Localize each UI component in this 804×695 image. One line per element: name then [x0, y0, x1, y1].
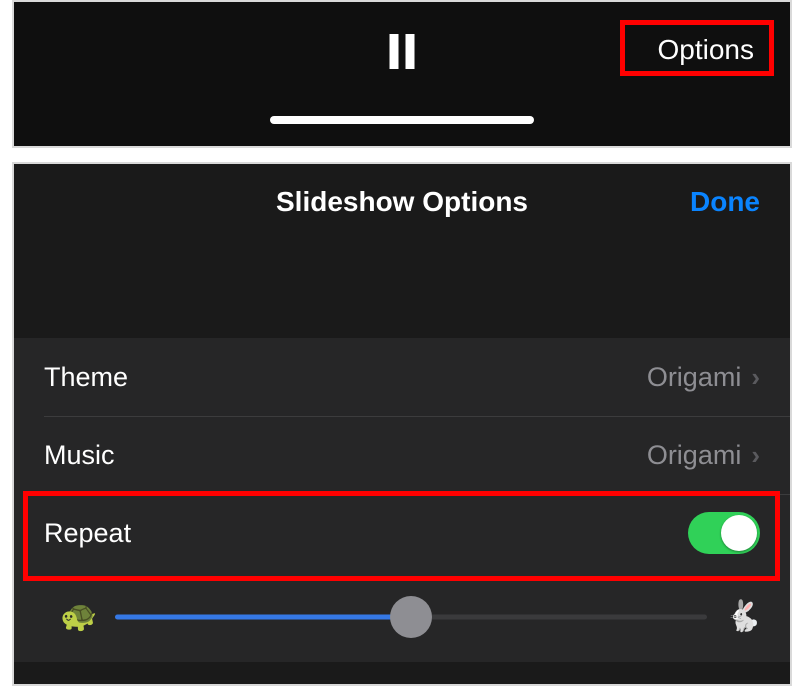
speed-slider[interactable]: [115, 597, 706, 637]
music-value: Origami: [647, 440, 742, 471]
sheet-header: Slideshow Options Done: [14, 164, 790, 238]
turtle-icon: 🐢: [60, 602, 97, 632]
chevron-right-icon: ›: [751, 362, 760, 393]
music-row[interactable]: Music Origami ›: [14, 416, 790, 494]
row-separator: [44, 416, 790, 417]
theme-value: Origami: [647, 362, 742, 393]
home-indicator[interactable]: [270, 116, 534, 124]
pause-button[interactable]: [390, 34, 415, 69]
toggle-knob: [721, 515, 757, 551]
slider-fill: [115, 615, 411, 620]
repeat-label: Repeat: [44, 518, 688, 549]
chevron-right-icon: ›: [751, 440, 760, 471]
repeat-toggle[interactable]: [688, 512, 760, 554]
theme-row[interactable]: Theme Origami ›: [14, 338, 790, 416]
slideshow-options-sheet: Slideshow Options Done Theme Origami › M…: [12, 162, 792, 686]
row-separator: [44, 494, 790, 495]
options-button[interactable]: Options: [652, 30, 761, 70]
pause-icon: [406, 34, 415, 69]
done-button[interactable]: Done: [690, 186, 760, 218]
music-label: Music: [44, 440, 647, 471]
repeat-row[interactable]: Repeat: [14, 494, 790, 572]
sheet-title: Slideshow Options: [14, 186, 790, 218]
speed-slider-row: 🐢 🐇: [14, 572, 790, 662]
rabbit-icon: 🐇: [725, 602, 762, 632]
player-controls-bar: Options: [12, 0, 792, 148]
pause-icon: [390, 34, 399, 69]
theme-label: Theme: [44, 362, 647, 393]
slider-thumb[interactable]: [390, 596, 432, 638]
options-list: Theme Origami › Music Origami › Repeat 🐢: [14, 338, 790, 662]
